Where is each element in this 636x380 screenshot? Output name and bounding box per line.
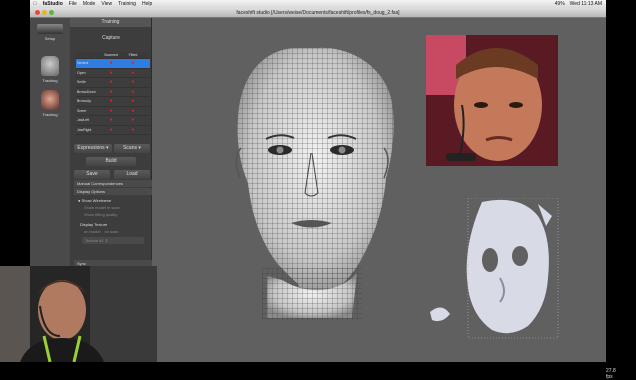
battery-label: 49% (554, 1, 565, 7)
manual-correspondences-header[interactable]: Manual Correspondences (74, 180, 152, 187)
col-fitted: Fitted (128, 53, 138, 57)
panel-header: Training (70, 18, 151, 27)
fitted-status: ● (131, 98, 135, 105)
expressions-label: Expressions (77, 145, 105, 151)
fitted-status: ● (131, 107, 135, 114)
expressions-dropdown[interactable]: Expressions ▾ (74, 144, 112, 153)
row-name: Neutral (77, 61, 89, 66)
table-row[interactable]: Open ● ● (76, 69, 150, 78)
scanned-status: ● (109, 79, 113, 86)
scanned-status: ● (109, 88, 113, 95)
apple-icon[interactable]:  (33, 1, 37, 7)
minimize-button[interactable] (42, 10, 47, 15)
point-cloud-image (430, 197, 559, 339)
mode-tracking-head[interactable]: Tracking (34, 56, 66, 83)
head-icon (41, 56, 59, 76)
row-name: Smile (77, 80, 86, 85)
table-row[interactable]: BrowsUp ● ● (76, 97, 150, 107)
texture-select[interactable]: Texture #1 ⇕ (82, 237, 144, 244)
col-scanned: Scanned (104, 53, 118, 57)
fitted-status: ● (131, 60, 135, 67)
mode-bar: Setup Tracking Tracking (30, 18, 70, 268)
table-row[interactable]: Sneer ● ● (76, 107, 150, 116)
table-row[interactable]: Smile ● ● (76, 78, 150, 88)
texture-select-value: Texture #1 (85, 238, 104, 243)
fps-counter: 27.8 fps (606, 368, 616, 380)
clock-label: Wed 11:13 AM (569, 1, 602, 7)
table-row[interactable]: JawLeft ● ● (76, 116, 150, 126)
window-titlebar: faceshift studio [/Users/weise/Documents… (30, 8, 606, 18)
row-name: BrowsDown (77, 89, 96, 94)
row-name: Sneer (77, 108, 87, 113)
scanned-status: ● (109, 117, 113, 124)
mode-setup-label: Setup (44, 36, 56, 41)
show-wireframe-option[interactable]: ● Show Wireframe (74, 195, 152, 204)
table-header: Scanned Fitted (76, 52, 150, 59)
close-button[interactable] (35, 10, 40, 15)
face-photo-image (426, 35, 558, 166)
display-options-header[interactable]: Display Options (74, 188, 152, 195)
scanned-status: ● (109, 107, 113, 114)
fitted-status: ● (131, 69, 135, 76)
chevron-down-icon: ▾ (138, 145, 141, 151)
presenter-video-image (0, 266, 157, 362)
menu-training[interactable]: Training (118, 1, 136, 7)
scans-dropdown[interactable]: Scans ▾ (114, 144, 150, 153)
depth-scan-view (428, 197, 576, 348)
scanned-status: ● (109, 126, 113, 133)
mode-tracking-person-label: Tracking (42, 112, 58, 117)
save-button[interactable]: Save (74, 170, 110, 179)
scanned-status: ● (109, 98, 113, 105)
radio-checked-icon: ● (78, 198, 81, 203)
menu-app[interactable]: faStudio (43, 1, 63, 7)
color-camera-view (426, 35, 558, 166)
mode-tracking-label: Tracking (42, 78, 58, 83)
scans-label: Scans (123, 145, 137, 151)
menu-view[interactable]: View (101, 1, 112, 7)
display-options-section: Manual Correspondences Display Options ●… (74, 180, 152, 267)
scanned-status: ● (109, 69, 113, 76)
mode-tracking-person[interactable]: Tracking (34, 90, 66, 117)
camera-icon (37, 24, 63, 34)
fitted-status: ● (131, 117, 135, 124)
load-button[interactable]: Load (114, 170, 150, 179)
menu-file[interactable]: File (69, 1, 77, 7)
fitted-status: ● (131, 79, 135, 86)
row-name: Open (77, 70, 86, 75)
menu-help[interactable]: Help (142, 1, 152, 7)
row-name: JawLeft (77, 118, 90, 123)
row-name: JawRight (77, 127, 92, 132)
show-model-in-scan-option[interactable]: Show model in scan (74, 204, 152, 211)
zoom-button[interactable] (49, 10, 54, 15)
window-title: faceshift studio [/Users/weise/Documents… (236, 10, 400, 16)
person-icon (41, 90, 59, 110)
webcam-inset (0, 266, 157, 362)
fitted-status: ● (131, 88, 135, 95)
stepper-icon: ⇕ (104, 238, 109, 243)
capture-button[interactable]: Capture (76, 34, 146, 43)
table-row[interactable]: Neutral ● ● (76, 59, 150, 69)
table-row[interactable]: JawRight ● ● (76, 126, 150, 135)
fitted-status: ● (131, 126, 135, 133)
expression-table: Scanned Fitted Neutral ● ● Open ● ● Smil… (76, 52, 150, 135)
menu-bar:  faStudio File Mode View Training Help … (30, 0, 606, 8)
on-scan-option[interactable]: on scan (104, 229, 118, 234)
on-model-option[interactable]: on model (84, 229, 100, 234)
scanned-status: ● (109, 60, 113, 67)
show-fitting-quality-option[interactable]: Show fitting quality (74, 211, 152, 218)
table-row[interactable]: BrowsDown ● ● (76, 88, 150, 97)
menu-mode[interactable]: Mode (83, 1, 96, 7)
chevron-down-icon: ▾ (106, 145, 109, 151)
mode-setup[interactable]: Setup (34, 24, 66, 41)
show-wireframe-label: Show Wireframe (81, 198, 112, 203)
row-name: BrowsUp (77, 99, 92, 104)
build-button[interactable]: Build (86, 157, 136, 166)
display-texture-label: Display Texture (80, 222, 108, 227)
